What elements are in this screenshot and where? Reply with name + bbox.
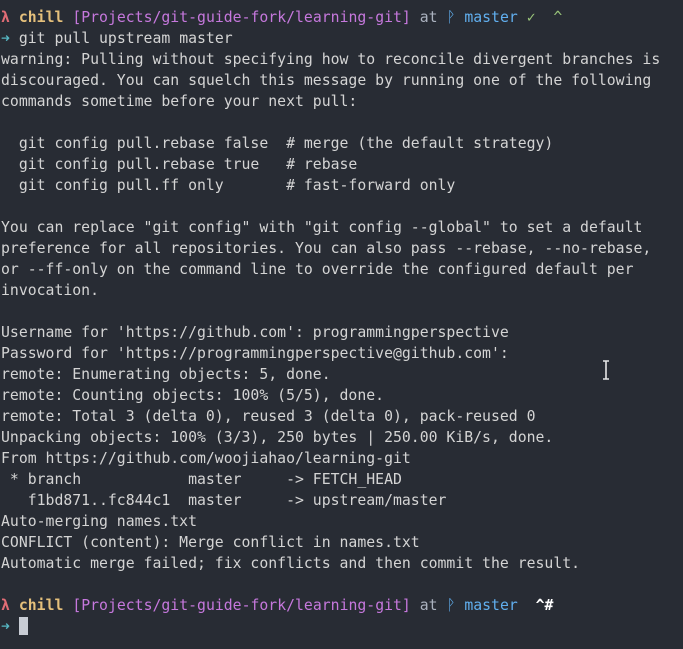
- output-line: warning: Pulling without specifying how …: [1, 51, 661, 68]
- checkmark-icon: ✓ ^: [526, 9, 563, 26]
- prompt-path: [Projects/git-guide-fork/learning-git]: [72, 9, 411, 26]
- prompt-path-2: [Projects/git-guide-fork/learning-git]: [72, 597, 411, 614]
- prompt-status-2: ^#: [526, 597, 554, 614]
- output-line: remote: Enumerating objects: 5, done.: [1, 366, 331, 383]
- lambda-icon: λ: [1, 9, 10, 26]
- block-cursor[interactable]: [18, 617, 28, 635]
- output-line: Auto-merging names.txt: [1, 513, 197, 530]
- text-cursor-icon: [603, 360, 609, 380]
- git-branch-icon: ᚹ: [446, 9, 456, 26]
- output-line: Automatic merge failed; fix conflicts an…: [1, 555, 581, 572]
- output-line: git config pull.rebase false # merge (th…: [1, 135, 554, 152]
- output-line: git config pull.rebase true # rebase: [1, 156, 358, 173]
- input-line[interactable]: ➜: [1, 616, 683, 637]
- output-line: * branch master -> FETCH_HEAD: [1, 471, 402, 488]
- output-line: f1bd871..fc844c1 master -> upstream/mast…: [1, 492, 447, 509]
- prompt-line-2: λ chill [Projects/git-guide-fork/learnin…: [1, 595, 683, 616]
- terminal-window[interactable]: λ chill [Projects/git-guide-fork/learnin…: [0, 0, 683, 649]
- prompt-branch-2: master: [464, 597, 518, 614]
- arrow-icon: ➜: [1, 30, 10, 47]
- command-output: warning: Pulling without specifying how …: [1, 49, 683, 595]
- prompt-at: at: [419, 9, 438, 26]
- prompt-user: chill: [18, 9, 64, 26]
- output-line: From https://github.com/woojiahao/learni…: [1, 450, 411, 467]
- prompt-line: λ chill [Projects/git-guide-fork/learnin…: [1, 7, 683, 28]
- output-line: or --ff-only on the command line to over…: [1, 261, 634, 278]
- output-line: CONFLICT (content): Merge conflict in na…: [1, 534, 420, 551]
- git-branch-icon-2: ᚹ: [446, 597, 456, 614]
- prompt-branch: master: [464, 9, 518, 26]
- output-line: commands sometime before your next pull:: [1, 93, 358, 110]
- command-text: git pull upstream master: [18, 30, 233, 47]
- command-line: ➜ git pull upstream master: [1, 28, 683, 49]
- prompt-at-2: at: [419, 597, 438, 614]
- output-line: preference for all repositories. You can…: [1, 240, 652, 257]
- output-line: invocation.: [1, 282, 99, 299]
- output-line: You can replace "git config" with "git c…: [1, 219, 643, 236]
- output-line: remote: Total 3 (delta 0), reused 3 (del…: [1, 408, 536, 425]
- output-line: Password for 'https://programmingperspec…: [1, 345, 509, 362]
- output-line: Unpacking objects: 100% (3/3), 250 bytes…: [1, 429, 554, 446]
- prompt-user-2: chill: [18, 597, 64, 614]
- output-line: discouraged. You can squelch this messag…: [1, 72, 652, 89]
- output-line: remote: Counting objects: 100% (5/5), do…: [1, 387, 385, 404]
- output-line: Username for 'https://github.com': progr…: [1, 324, 509, 341]
- output-line: git config pull.ff only # fast-forward o…: [1, 177, 456, 194]
- arrow-icon-2: ➜: [1, 618, 10, 635]
- prompt-status: ✓ ^: [527, 9, 563, 26]
- lambda-icon-2: λ: [1, 597, 10, 614]
